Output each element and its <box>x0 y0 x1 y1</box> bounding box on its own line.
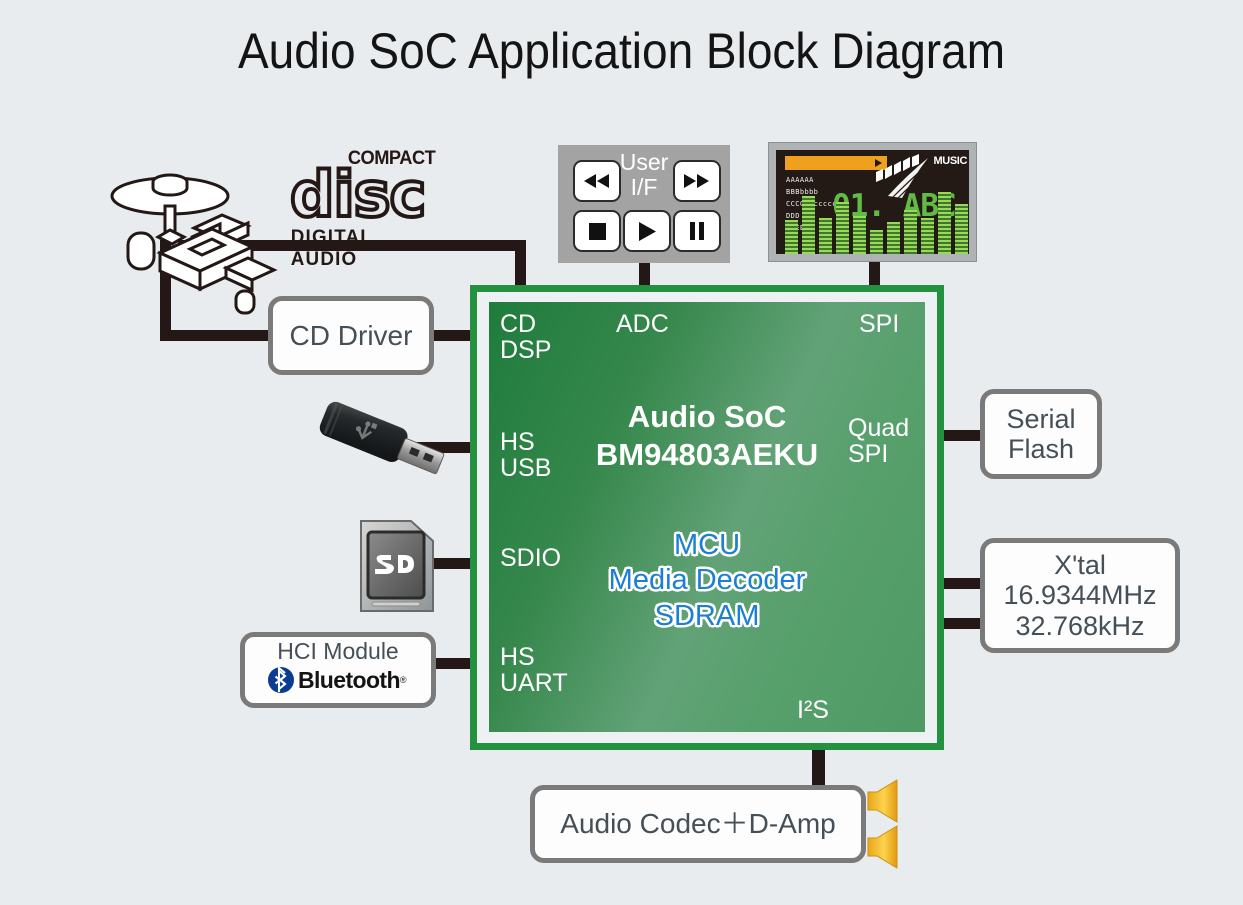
soc-pin-i2s: I²S <box>797 696 829 724</box>
equalizer-bar <box>802 196 815 254</box>
lcd-music-label: MUSIC <box>933 155 968 167</box>
bluetooth-icon <box>268 667 294 693</box>
fast-forward-icon <box>684 174 709 188</box>
equalizer-bar <box>853 216 866 254</box>
bluetooth-label: Bluetooth <box>298 666 401 693</box>
lcd-text-line-4: DDD <box>786 212 800 220</box>
equalizer-bar <box>904 210 917 254</box>
cd-logo-digital: DIGITAL AUDIO <box>290 227 373 270</box>
bluetooth-registered-mark: ® <box>399 675 407 685</box>
xtal-box[interactable]: X'tal 16.9344MHz 32.768kHz <box>980 538 1180 653</box>
equalizer-bar <box>938 192 951 254</box>
serial-flash-box[interactable]: Serial Flash <box>980 389 1102 479</box>
soc-name-label: Audio SoC BM94803AEKU <box>595 399 819 472</box>
equalizer-bar <box>836 202 849 254</box>
soc-pin-cd-dsp: CD DSP <box>500 310 552 364</box>
pause-icon <box>689 222 704 240</box>
xtal-label: X'tal 16.9344MHz 32.768kHz <box>1003 550 1157 641</box>
page-title: Audio SoC Application Block Diagram <box>237 23 1006 79</box>
diagram-canvas: Audio SoC Application Block Diagram CD D… <box>0 0 1243 905</box>
hci-module-content: HCI Module Bluetooth ® <box>240 632 436 708</box>
stop-button[interactable] <box>573 210 621 252</box>
play-icon <box>638 221 656 241</box>
cd-mechanism-icon <box>110 173 278 315</box>
equalizer-bar <box>785 220 798 254</box>
usb-flash-drive-icon <box>319 401 445 475</box>
pause-button[interactable] <box>673 210 721 252</box>
stop-icon <box>588 222 606 240</box>
audio-codec-box[interactable]: Audio Codec＋D-Amp <box>530 785 866 863</box>
speaker-icon <box>867 779 898 823</box>
hci-module-label: HCI Module <box>277 638 399 664</box>
rewind-icon <box>584 174 609 188</box>
equalizer-bar <box>955 204 968 254</box>
equalizer-bar <box>887 222 900 254</box>
fast-forward-button[interactable] <box>673 160 721 202</box>
lcd-text-line-1: AAAAAA <box>786 176 814 184</box>
equalizer-bar <box>921 218 934 254</box>
lcd-display[interactable]: AAAAAA BBBbbbb CCCCCcccccc DDD E_EE MUSI… <box>776 150 969 254</box>
cd-driver-label: CD Driver <box>289 319 413 351</box>
audio-codec-label: Audio Codec＋D-Amp <box>560 808 836 840</box>
equalizer-bar <box>870 230 883 254</box>
serial-flash-label: Serial Flash <box>1006 403 1076 464</box>
soc-blocks-label: MCU Media Decoder SDRAM <box>608 529 806 632</box>
soc-pin-hs-uart: HS UART <box>500 643 568 697</box>
soc-pin-adc: ADC <box>616 310 669 338</box>
cd-logo-disc: disc <box>288 158 428 231</box>
equalizer-bar <box>819 218 832 254</box>
speaker-icon <box>867 825 898 869</box>
soc-pin-spi: SPI <box>859 310 900 338</box>
sd-card-icon <box>360 520 434 612</box>
lcd-text-line-2: BBBbbbb <box>786 188 819 196</box>
cd-driver-box[interactable]: CD Driver <box>268 296 434 375</box>
play-button[interactable] <box>623 210 671 252</box>
rewind-button[interactable] <box>573 160 621 202</box>
bluetooth-logo: Bluetooth ® <box>268 666 410 694</box>
compact-disc-logo: COMPACT disc DIGITAL AUDIO <box>288 148 445 270</box>
